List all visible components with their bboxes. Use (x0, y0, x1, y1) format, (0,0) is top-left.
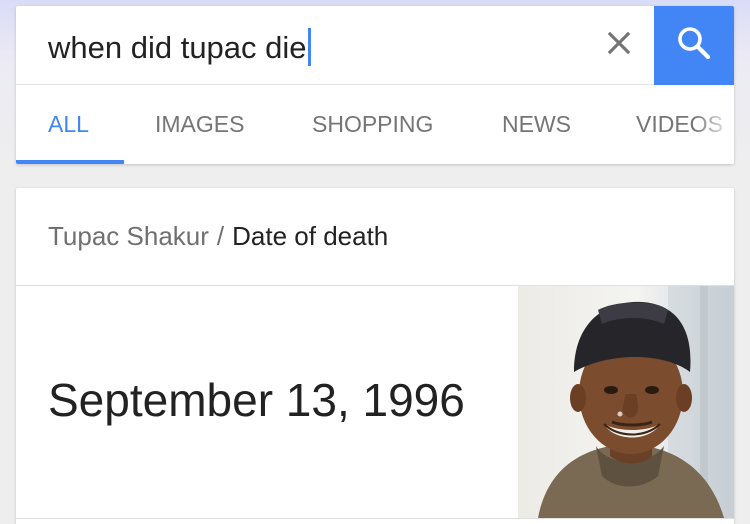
text-caret (307, 28, 311, 66)
person-photo[interactable] (518, 286, 734, 518)
breadcrumb-attribute: Date of death (232, 221, 389, 251)
breadcrumb-separator: / (216, 221, 225, 251)
clear-button[interactable] (601, 27, 637, 63)
breadcrumb-entity[interactable]: Tupac Shakur (48, 221, 209, 251)
card-bottom-divider (16, 518, 734, 519)
active-tab-indicator (16, 160, 124, 164)
search-input[interactable]: when did tupac die (48, 28, 311, 68)
knowledge-card: Tupac Shakur / Date of death September 13,… (16, 188, 734, 524)
answer-text: September 13, 1996 (48, 374, 465, 426)
search-card: when did tupac die ALL IMAGES SHOPPING N… (16, 6, 734, 164)
search-tabs: ALL IMAGES SHOPPING NEWS VIDEOS (16, 85, 734, 164)
tab-all[interactable]: ALL (48, 85, 89, 164)
tab-images[interactable]: IMAGES (155, 85, 244, 164)
tab-shopping[interactable]: SHOPPING (312, 85, 433, 164)
breadcrumb: Tupac Shakur / Date of death (48, 218, 388, 254)
close-icon (607, 31, 631, 59)
search-bar: when did tupac die (16, 6, 734, 85)
search-icon (676, 25, 712, 66)
search-button[interactable] (654, 6, 734, 85)
search-query-text: when did tupac die (48, 30, 307, 65)
tabs-fade-overlay (694, 85, 734, 163)
tab-news[interactable]: NEWS (502, 85, 571, 164)
